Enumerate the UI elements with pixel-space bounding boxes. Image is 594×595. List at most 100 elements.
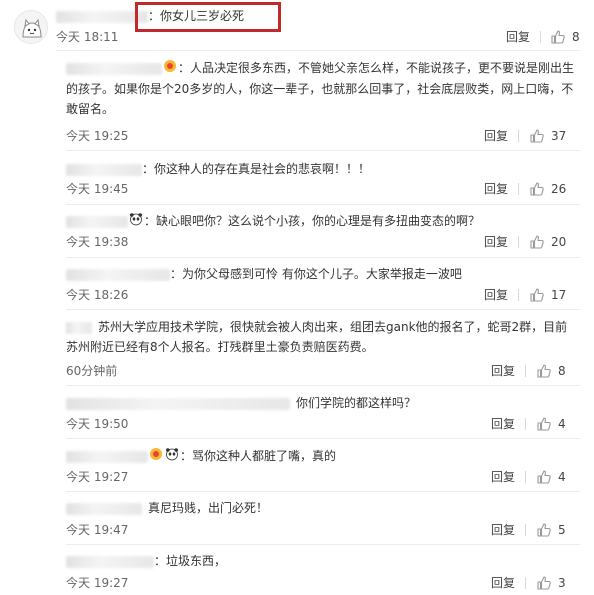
list-item: ：骂你这种人都脏了嘴，真的 [66, 446, 578, 467]
like-button[interactable]: 3 [536, 575, 594, 591]
username-blurred[interactable] [66, 555, 154, 568]
username-blurred[interactable] [66, 450, 148, 463]
list-item: ：人品决定很多东西，不管她父亲怎么样，不能说孩子，更不要说是刚出生的孩子。如果你… [66, 58, 578, 119]
list-item: 苏州大学应用技术学院，很快就会被人肉出来，组团去gank他的报名了，蛇哥2群，目… [66, 317, 578, 357]
divider [66, 309, 580, 310]
like-count: 8 [558, 364, 566, 378]
divider [525, 471, 526, 483]
reply-button[interactable]: 回复 [484, 287, 508, 303]
reply-button[interactable]: 回复 [484, 128, 508, 144]
comment-text: ：为你父母感到可怜 有你这个儿子。大家举报走一波吧 [170, 267, 462, 281]
reply-button[interactable]: 回复 [491, 522, 515, 538]
comment-text: 你们学院的都这样吗？ [296, 396, 417, 410]
like-count: 26 [551, 182, 567, 196]
comment-text: ：垃圾东西， [154, 554, 227, 568]
comment-text: ：你这种人的存在真是社会的悲哀啊！！！ [142, 162, 371, 176]
like-button[interactable]: 5 [536, 522, 594, 538]
list-item: ：为你父母感到可怜 有你这个儿子。大家举报走一波吧 [66, 264, 578, 284]
like-count: 4 [558, 417, 566, 431]
comment-time: 今天 19:45 [66, 182, 129, 196]
username-blurred[interactable] [66, 268, 170, 281]
thumbs-up-icon [537, 576, 551, 590]
divider [525, 418, 526, 430]
username-blurred[interactable] [66, 163, 142, 176]
username-blurred[interactable] [66, 397, 290, 410]
like-count: 17 [551, 288, 567, 302]
like-button[interactable]: 20 [529, 234, 594, 250]
reply-button[interactable]: 回复 [491, 363, 515, 379]
divider [518, 130, 519, 142]
divider [66, 491, 580, 492]
like-count: 3 [558, 576, 566, 590]
thumbs-up-icon [551, 30, 565, 44]
list-item: ：你这种人的存在真是社会的悲哀啊！！！ [66, 159, 578, 179]
like-count: 20 [551, 235, 567, 249]
username-blurred[interactable] [66, 321, 92, 334]
username-blurred[interactable] [66, 502, 142, 515]
reply-button[interactable]: 回复 [484, 181, 508, 197]
comment-time: 60分钟前 [66, 364, 118, 378]
divider [66, 385, 580, 386]
list-item: ：缺心眼吧你？这么说个小孩，你的心理是有多扭曲变态的啊？ [66, 211, 578, 232]
like-button[interactable]: 8 [536, 363, 594, 379]
comment-time: 今天 19:27 [66, 470, 129, 484]
comment-text: 真尼玛贱，出门必死！ [148, 501, 269, 515]
reply-button[interactable]: 回复 [506, 29, 530, 45]
highlight-box [135, 2, 281, 32]
thumbs-up-icon [537, 417, 551, 431]
comment-text: ：骂你这种人都脏了嘴，真的 [180, 449, 337, 463]
divider [66, 438, 580, 439]
thumbs-up-icon [537, 523, 551, 537]
username-blurred[interactable] [66, 215, 128, 228]
divider [525, 524, 526, 536]
divider [66, 150, 580, 151]
comment-list: ：你女儿三岁必死 今天 18:11 回复 8 ：人品决定很多东西，不管她父亲怎么… [0, 0, 594, 595]
list-item: ：垃圾东西， [66, 551, 578, 571]
badge-icon [149, 447, 163, 467]
comment-time: 今天 19:25 [66, 129, 129, 143]
divider [518, 289, 519, 301]
username-blurred[interactable] [66, 62, 162, 75]
divider [518, 183, 519, 195]
list-item: 真尼玛贱，出门必死！ [66, 498, 578, 518]
divider [66, 257, 580, 258]
comment-time: 今天 19:38 [66, 235, 129, 249]
comment-text: ：缺心眼吧你？这么说个小孩，你的心理是有多扭曲变态的啊？ [144, 214, 481, 228]
like-button[interactable]: 17 [529, 287, 594, 303]
like-button[interactable]: 37 [529, 128, 594, 144]
thumbs-up-icon [537, 470, 551, 484]
like-count: 8 [572, 30, 580, 44]
thumbs-up-icon [530, 182, 544, 196]
thumbs-up-icon [530, 129, 544, 143]
comment-time: 今天 18:11 [56, 30, 119, 44]
divider [66, 204, 580, 205]
like-count: 5 [558, 523, 566, 537]
panda-emoji-icon [129, 212, 143, 232]
like-count: 37 [551, 129, 567, 143]
divider [525, 577, 526, 589]
avatar[interactable] [14, 10, 48, 44]
divider [66, 544, 580, 545]
like-button[interactable]: 4 [536, 416, 594, 432]
reply-button[interactable]: 回复 [491, 575, 515, 591]
comment-time: 今天 19:47 [66, 523, 129, 537]
comment-time: 今天 18:26 [66, 288, 129, 302]
like-button[interactable]: 26 [529, 181, 594, 197]
reply-button[interactable]: 回复 [484, 234, 508, 250]
badge-icon [163, 59, 177, 79]
comment-text: 苏州大学应用技术学院，很快就会被人肉出来，组团去gank他的报名了，蛇哥2群，目… [66, 320, 568, 354]
divider [518, 236, 519, 248]
list-item: 你们学院的都这样吗？ [66, 393, 578, 413]
panda-emoji-icon [165, 447, 179, 467]
divider [56, 50, 580, 51]
thumbs-up-icon [530, 235, 544, 249]
comment-time: 今天 19:27 [66, 576, 129, 590]
like-button[interactable]: 4 [536, 469, 594, 485]
thumbs-up-icon [537, 364, 551, 378]
reply-button[interactable]: 回复 [491, 416, 515, 432]
reply-button[interactable]: 回复 [491, 469, 515, 485]
thumbs-up-icon [530, 288, 544, 302]
like-count: 4 [558, 470, 566, 484]
cat-avatar-icon [15, 11, 47, 43]
like-button[interactable]: 8 [550, 29, 594, 45]
